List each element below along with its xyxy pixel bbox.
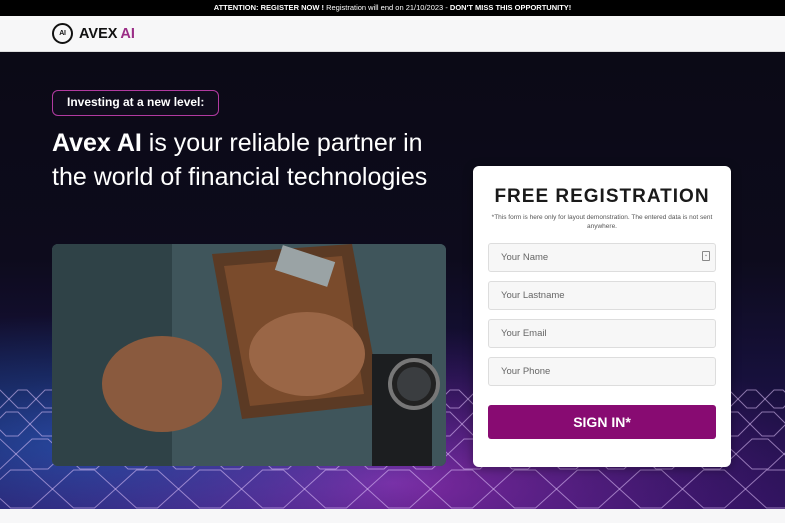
form-disclaimer: *This form is here only for layout demon…	[491, 214, 713, 230]
lastname-field[interactable]	[488, 281, 716, 310]
tagline-pill: Investing at a new level:	[52, 90, 220, 116]
footer-strip	[0, 509, 785, 523]
banner-lead: ATTENTION: REGISTER NOW !	[213, 3, 324, 12]
headline-brand: Avex AI	[52, 129, 142, 157]
logo-word: AVEX	[79, 25, 118, 42]
sign-in-button[interactable]: SIGN IN*	[488, 405, 716, 439]
hero-section: Investing at a new level: Avex AI is you…	[0, 52, 785, 509]
registration-form: FREE REGISTRATION *This form is here onl…	[473, 166, 731, 467]
form-title: FREE REGISTRATION	[494, 186, 710, 207]
wallet-illustration	[52, 244, 446, 466]
banner-middle: Registration will end on 21/10/2023 -	[323, 3, 450, 12]
name-field[interactable]	[488, 243, 716, 272]
site-header: AI AVEX AI	[0, 16, 785, 52]
hero-headline: Avex AI is your reliable partner in the …	[52, 126, 452, 194]
phone-field[interactable]	[488, 357, 716, 386]
contact-card-icon[interactable]: ▪	[702, 251, 710, 261]
top-banner: ATTENTION: REGISTER NOW ! Registration w…	[0, 0, 785, 16]
logo-ai: AI	[120, 25, 135, 42]
avex-ai-logo-icon: AI	[52, 23, 73, 44]
logo[interactable]: AI AVEX AI	[52, 23, 135, 44]
logo-text: AVEX AI	[79, 26, 135, 42]
banner-tail: DON'T MISS THIS OPPORTUNITY!	[449, 3, 572, 12]
email-field[interactable]	[488, 319, 716, 348]
hero-photo-wallet	[52, 244, 446, 466]
